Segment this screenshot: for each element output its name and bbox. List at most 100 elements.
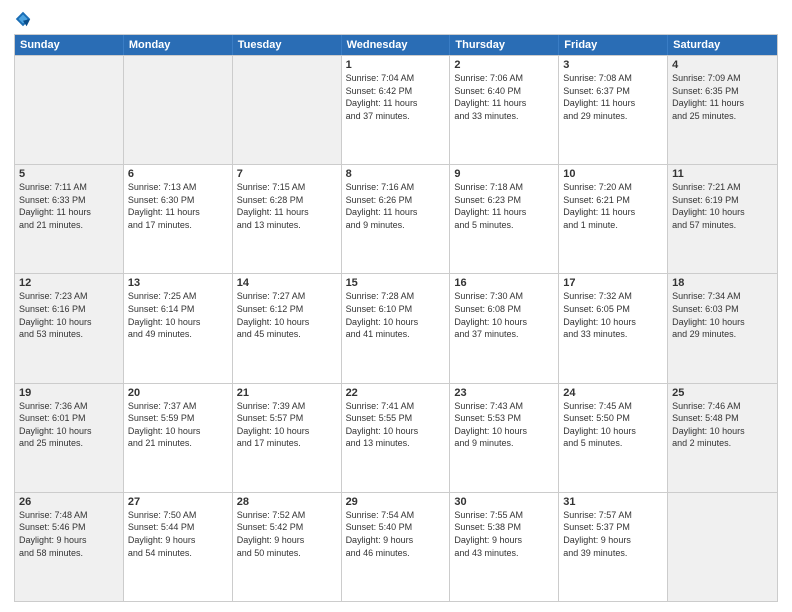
day-number: 23 xyxy=(454,387,554,399)
day-cell-13: 13Sunrise: 7:25 AM Sunset: 6:14 PM Dayli… xyxy=(124,274,233,382)
day-info: Sunrise: 7:23 AM Sunset: 6:16 PM Dayligh… xyxy=(19,290,119,340)
calendar-header-row: SundayMondayTuesdayWednesdayThursdayFrid… xyxy=(15,35,777,55)
day-info: Sunrise: 7:08 AM Sunset: 6:37 PM Dayligh… xyxy=(563,72,663,122)
header-friday: Friday xyxy=(559,35,668,55)
day-cell-24: 24Sunrise: 7:45 AM Sunset: 5:50 PM Dayli… xyxy=(559,384,668,492)
week-row-0: 1Sunrise: 7:04 AM Sunset: 6:42 PM Daylig… xyxy=(15,55,777,164)
header-monday: Monday xyxy=(124,35,233,55)
day-cell-31: 31Sunrise: 7:57 AM Sunset: 5:37 PM Dayli… xyxy=(559,493,668,601)
day-cell-15: 15Sunrise: 7:28 AM Sunset: 6:10 PM Dayli… xyxy=(342,274,451,382)
day-number: 14 xyxy=(237,277,337,289)
day-number: 1 xyxy=(346,59,446,71)
day-number: 17 xyxy=(563,277,663,289)
day-cell-29: 29Sunrise: 7:54 AM Sunset: 5:40 PM Dayli… xyxy=(342,493,451,601)
day-cell-25: 25Sunrise: 7:46 AM Sunset: 5:48 PM Dayli… xyxy=(668,384,777,492)
day-number: 7 xyxy=(237,168,337,180)
day-info: Sunrise: 7:52 AM Sunset: 5:42 PM Dayligh… xyxy=(237,509,337,559)
day-number: 22 xyxy=(346,387,446,399)
day-cell-22: 22Sunrise: 7:41 AM Sunset: 5:55 PM Dayli… xyxy=(342,384,451,492)
day-cell-4: 4Sunrise: 7:09 AM Sunset: 6:35 PM Daylig… xyxy=(668,56,777,164)
day-info: Sunrise: 7:28 AM Sunset: 6:10 PM Dayligh… xyxy=(346,290,446,340)
day-cell-28: 28Sunrise: 7:52 AM Sunset: 5:42 PM Dayli… xyxy=(233,493,342,601)
day-info: Sunrise: 7:13 AM Sunset: 6:30 PM Dayligh… xyxy=(128,181,228,231)
day-cell-17: 17Sunrise: 7:32 AM Sunset: 6:05 PM Dayli… xyxy=(559,274,668,382)
day-cell-26: 26Sunrise: 7:48 AM Sunset: 5:46 PM Dayli… xyxy=(15,493,124,601)
day-info: Sunrise: 7:32 AM Sunset: 6:05 PM Dayligh… xyxy=(563,290,663,340)
day-cell-19: 19Sunrise: 7:36 AM Sunset: 6:01 PM Dayli… xyxy=(15,384,124,492)
day-number: 10 xyxy=(563,168,663,180)
day-number: 9 xyxy=(454,168,554,180)
day-number: 5 xyxy=(19,168,119,180)
day-info: Sunrise: 7:41 AM Sunset: 5:55 PM Dayligh… xyxy=(346,400,446,450)
day-cell-20: 20Sunrise: 7:37 AM Sunset: 5:59 PM Dayli… xyxy=(124,384,233,492)
day-info: Sunrise: 7:45 AM Sunset: 5:50 PM Dayligh… xyxy=(563,400,663,450)
day-number: 2 xyxy=(454,59,554,71)
day-number: 6 xyxy=(128,168,228,180)
day-cell-9: 9Sunrise: 7:18 AM Sunset: 6:23 PM Daylig… xyxy=(450,165,559,273)
day-info: Sunrise: 7:18 AM Sunset: 6:23 PM Dayligh… xyxy=(454,181,554,231)
logo xyxy=(14,10,35,28)
day-number: 16 xyxy=(454,277,554,289)
day-info: Sunrise: 7:46 AM Sunset: 5:48 PM Dayligh… xyxy=(672,400,773,450)
day-number: 28 xyxy=(237,496,337,508)
header-thursday: Thursday xyxy=(450,35,559,55)
day-info: Sunrise: 7:37 AM Sunset: 5:59 PM Dayligh… xyxy=(128,400,228,450)
day-cell-14: 14Sunrise: 7:27 AM Sunset: 6:12 PM Dayli… xyxy=(233,274,342,382)
day-number: 3 xyxy=(563,59,663,71)
day-info: Sunrise: 7:11 AM Sunset: 6:33 PM Dayligh… xyxy=(19,181,119,231)
day-info: Sunrise: 7:54 AM Sunset: 5:40 PM Dayligh… xyxy=(346,509,446,559)
day-cell-23: 23Sunrise: 7:43 AM Sunset: 5:53 PM Dayli… xyxy=(450,384,559,492)
day-number: 25 xyxy=(672,387,773,399)
day-number: 19 xyxy=(19,387,119,399)
day-info: Sunrise: 7:57 AM Sunset: 5:37 PM Dayligh… xyxy=(563,509,663,559)
day-number: 30 xyxy=(454,496,554,508)
day-info: Sunrise: 7:21 AM Sunset: 6:19 PM Dayligh… xyxy=(672,181,773,231)
day-info: Sunrise: 7:48 AM Sunset: 5:46 PM Dayligh… xyxy=(19,509,119,559)
calendar: SundayMondayTuesdayWednesdayThursdayFrid… xyxy=(14,34,778,602)
day-info: Sunrise: 7:55 AM Sunset: 5:38 PM Dayligh… xyxy=(454,509,554,559)
day-cell-11: 11Sunrise: 7:21 AM Sunset: 6:19 PM Dayli… xyxy=(668,165,777,273)
day-number: 4 xyxy=(672,59,773,71)
day-cell-16: 16Sunrise: 7:30 AM Sunset: 6:08 PM Dayli… xyxy=(450,274,559,382)
empty-cell xyxy=(124,56,233,164)
week-row-2: 12Sunrise: 7:23 AM Sunset: 6:16 PM Dayli… xyxy=(15,273,777,382)
day-number: 26 xyxy=(19,496,119,508)
header-sunday: Sunday xyxy=(15,35,124,55)
calendar-body: 1Sunrise: 7:04 AM Sunset: 6:42 PM Daylig… xyxy=(15,55,777,601)
day-number: 21 xyxy=(237,387,337,399)
day-cell-27: 27Sunrise: 7:50 AM Sunset: 5:44 PM Dayli… xyxy=(124,493,233,601)
week-row-3: 19Sunrise: 7:36 AM Sunset: 6:01 PM Dayli… xyxy=(15,383,777,492)
day-info: Sunrise: 7:16 AM Sunset: 6:26 PM Dayligh… xyxy=(346,181,446,231)
day-info: Sunrise: 7:36 AM Sunset: 6:01 PM Dayligh… xyxy=(19,400,119,450)
day-cell-1: 1Sunrise: 7:04 AM Sunset: 6:42 PM Daylig… xyxy=(342,56,451,164)
day-number: 13 xyxy=(128,277,228,289)
day-number: 29 xyxy=(346,496,446,508)
day-number: 11 xyxy=(672,168,773,180)
day-info: Sunrise: 7:20 AM Sunset: 6:21 PM Dayligh… xyxy=(563,181,663,231)
empty-cell xyxy=(668,493,777,601)
day-number: 15 xyxy=(346,277,446,289)
day-cell-12: 12Sunrise: 7:23 AM Sunset: 6:16 PM Dayli… xyxy=(15,274,124,382)
day-info: Sunrise: 7:43 AM Sunset: 5:53 PM Dayligh… xyxy=(454,400,554,450)
day-cell-18: 18Sunrise: 7:34 AM Sunset: 6:03 PM Dayli… xyxy=(668,274,777,382)
day-cell-10: 10Sunrise: 7:20 AM Sunset: 6:21 PM Dayli… xyxy=(559,165,668,273)
day-info: Sunrise: 7:09 AM Sunset: 6:35 PM Dayligh… xyxy=(672,72,773,122)
day-number: 24 xyxy=(563,387,663,399)
day-info: Sunrise: 7:27 AM Sunset: 6:12 PM Dayligh… xyxy=(237,290,337,340)
day-info: Sunrise: 7:15 AM Sunset: 6:28 PM Dayligh… xyxy=(237,181,337,231)
day-info: Sunrise: 7:25 AM Sunset: 6:14 PM Dayligh… xyxy=(128,290,228,340)
day-number: 31 xyxy=(563,496,663,508)
day-cell-2: 2Sunrise: 7:06 AM Sunset: 6:40 PM Daylig… xyxy=(450,56,559,164)
header-wednesday: Wednesday xyxy=(342,35,451,55)
header-saturday: Saturday xyxy=(668,35,777,55)
day-info: Sunrise: 7:39 AM Sunset: 5:57 PM Dayligh… xyxy=(237,400,337,450)
day-number: 18 xyxy=(672,277,773,289)
day-cell-8: 8Sunrise: 7:16 AM Sunset: 6:26 PM Daylig… xyxy=(342,165,451,273)
day-info: Sunrise: 7:30 AM Sunset: 6:08 PM Dayligh… xyxy=(454,290,554,340)
day-number: 12 xyxy=(19,277,119,289)
day-cell-7: 7Sunrise: 7:15 AM Sunset: 6:28 PM Daylig… xyxy=(233,165,342,273)
page: SundayMondayTuesdayWednesdayThursdayFrid… xyxy=(0,0,792,612)
day-cell-5: 5Sunrise: 7:11 AM Sunset: 6:33 PM Daylig… xyxy=(15,165,124,273)
empty-cell xyxy=(15,56,124,164)
day-number: 27 xyxy=(128,496,228,508)
